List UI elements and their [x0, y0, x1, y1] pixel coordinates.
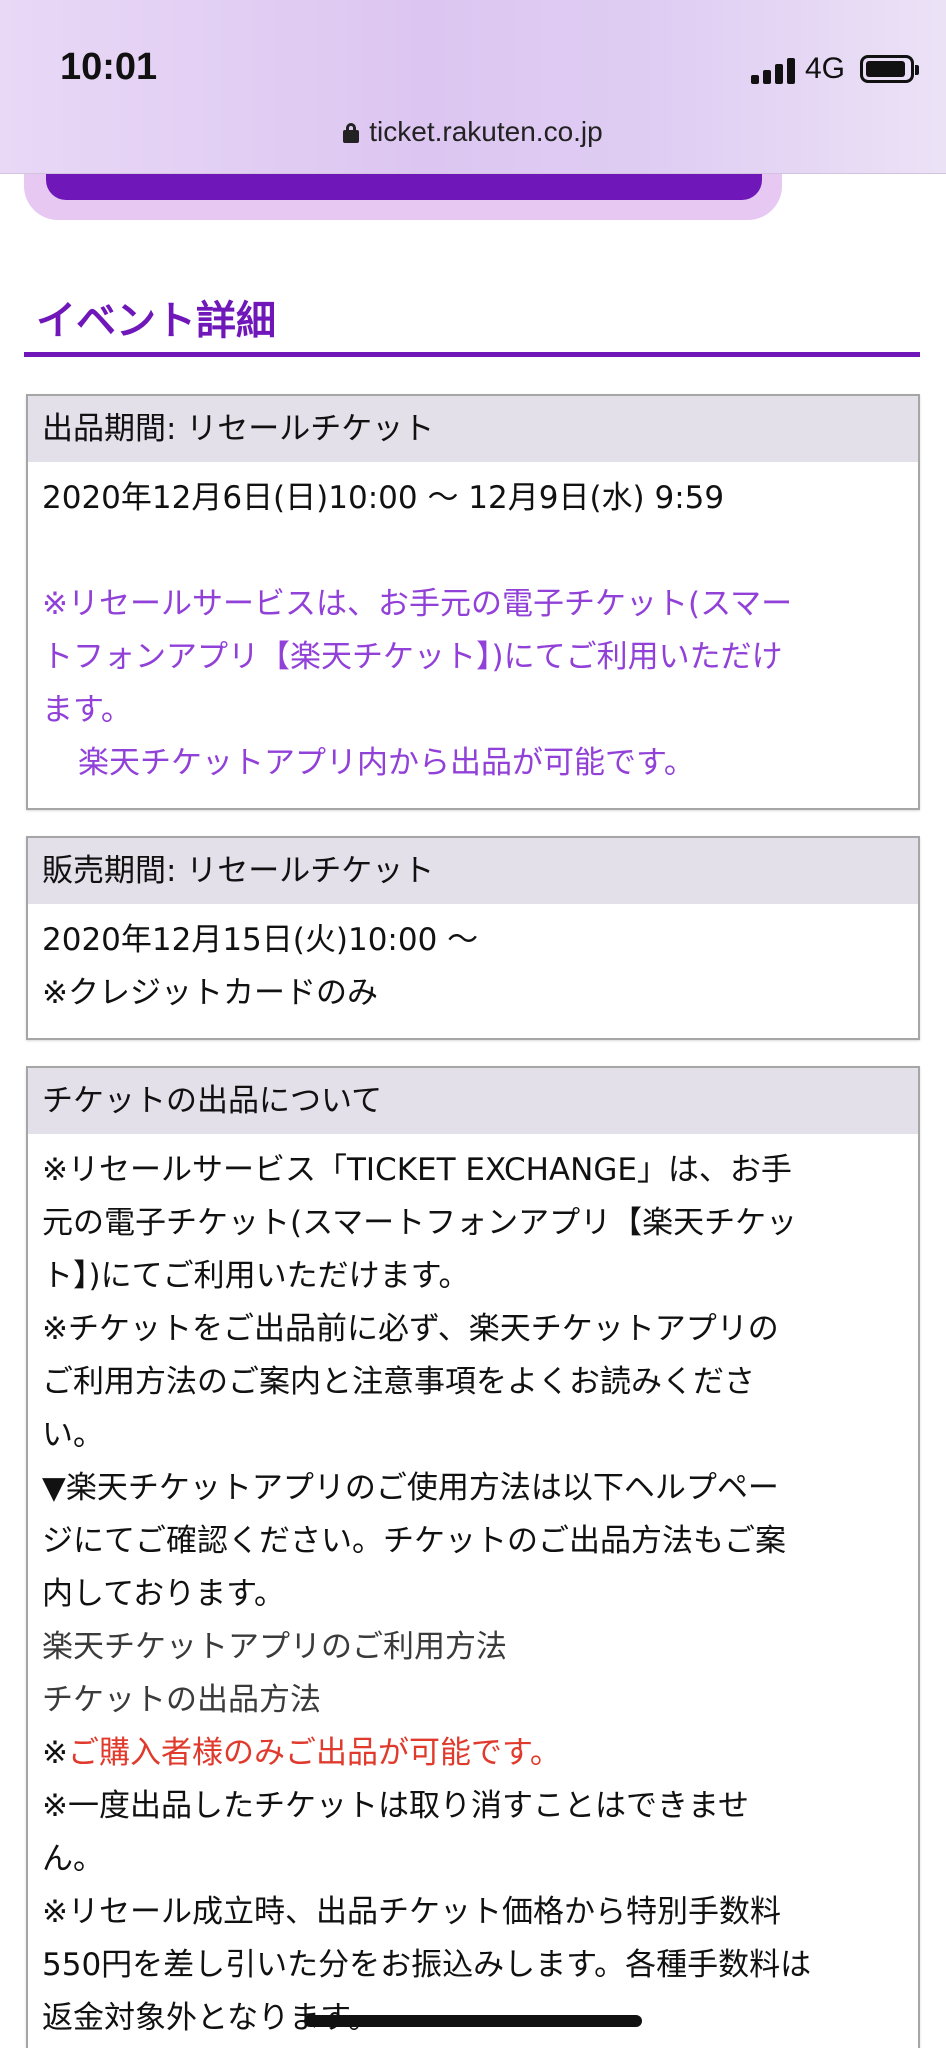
listing-period-body: 2020年12月6日(日)10:00 〜 12月9日(水) 9:59 ※リセール…	[28, 462, 918, 804]
app-usage-link[interactable]: 楽天チケットアプリのご利用方法	[42, 1621, 904, 1674]
url-text: ticket.rakuten.co.jp	[369, 116, 603, 147]
info-line: ▼楽天チケットアプリのご使用方法は以下ヘルプペー	[42, 1470, 779, 1506]
battery-icon	[860, 55, 919, 83]
listing-info-box: チケットの出品について ※リセールサービス「TICKET EXCHANGE」は、…	[26, 1066, 920, 2048]
network-type: 4G	[805, 52, 846, 85]
buyer-only-text: ご購入者様のみご出品が可能です。	[67, 1735, 561, 1771]
info-line: ※リセール成立時、出品チケット価格から特別手数料	[42, 1894, 781, 1930]
listing-period-box: 出品期間: リセールチケット 2020年12月6日(日)10:00 〜 12月9…	[26, 394, 920, 810]
sales-period-dates: 2020年12月15日(火)10:00 〜	[42, 922, 479, 958]
info-line: 元の電子チケット(スマートフォンアプリ【楽天チケッ	[42, 1205, 798, 1241]
info-line: ※リセールサービス「TICKET EXCHANGE」は、お手	[42, 1152, 792, 1188]
listing-info-header: チケットの出品について	[28, 1068, 918, 1134]
sales-period-header: 販売期間: リセールチケット	[28, 838, 918, 904]
resale-note-line: 楽天チケットアプリ内から出品が可能です。	[78, 745, 695, 781]
resale-note-line: トフォンアプリ【楽天チケット】)にてご利用いただけ	[42, 639, 783, 675]
listing-info-body: ※リセールサービス「TICKET EXCHANGE」は、お手 元の電子チケット(…	[28, 1134, 918, 2048]
listing-period-dates: 2020年12月6日(日)10:00 〜 12月9日(水) 9:59	[42, 480, 725, 516]
resale-note-line: ※リセールサービスは、お手元の電子チケット(スマー	[42, 586, 793, 622]
info-line: ※一度出品したチケットは取り消すことはできませ	[42, 1788, 750, 1824]
info-line: ト】)にてご利用いただけます。	[42, 1258, 470, 1294]
info-line: ジにてご確認ください。チケットのご出品方法もご案	[42, 1523, 786, 1559]
info-line: 550円を差し引いた分をお振込みします。各種手数料は	[42, 1947, 812, 1983]
status-time: 10:01	[60, 46, 158, 88]
info-line: ん。	[42, 1841, 104, 1877]
listing-period-header: 出品期間: リセールチケット	[28, 396, 918, 462]
info-line: い。	[42, 1417, 104, 1453]
section-title: イベント詳細	[36, 298, 276, 344]
listing-method-link[interactable]: チケットの出品方法	[42, 1674, 904, 1727]
resale-note-line: ます。	[42, 692, 132, 728]
url-bar[interactable]: ticket.rakuten.co.jp	[0, 116, 946, 148]
info-line: ご利用方法のご案内と注意事項をよくお読みくださ	[42, 1364, 755, 1400]
lock-icon	[343, 123, 360, 143]
section-divider	[24, 352, 920, 357]
buyer-only-note: ※ご購入者様のみご出品が可能です。	[42, 1727, 904, 1780]
cellular-signal-icon	[751, 58, 795, 84]
info-line: ※チケットをご出品前に必ず、楽天チケットアプリの	[42, 1311, 779, 1347]
sales-period-body: 2020年12月15日(火)10:00 〜 ※クレジットカードのみ	[28, 904, 918, 1034]
sales-period-box: 販売期間: リセールチケット 2020年12月15日(火)10:00 〜 ※クレ…	[26, 836, 920, 1040]
home-indicator[interactable]	[304, 2015, 642, 2027]
payment-note: ※クレジットカードのみ	[42, 975, 378, 1011]
buyer-only-prefix: ※	[42, 1735, 68, 1771]
info-line: 内しております。	[42, 1576, 286, 1612]
browser-status-bar: 10:01 4G ticket.rakuten.co.jp	[0, 0, 946, 174]
